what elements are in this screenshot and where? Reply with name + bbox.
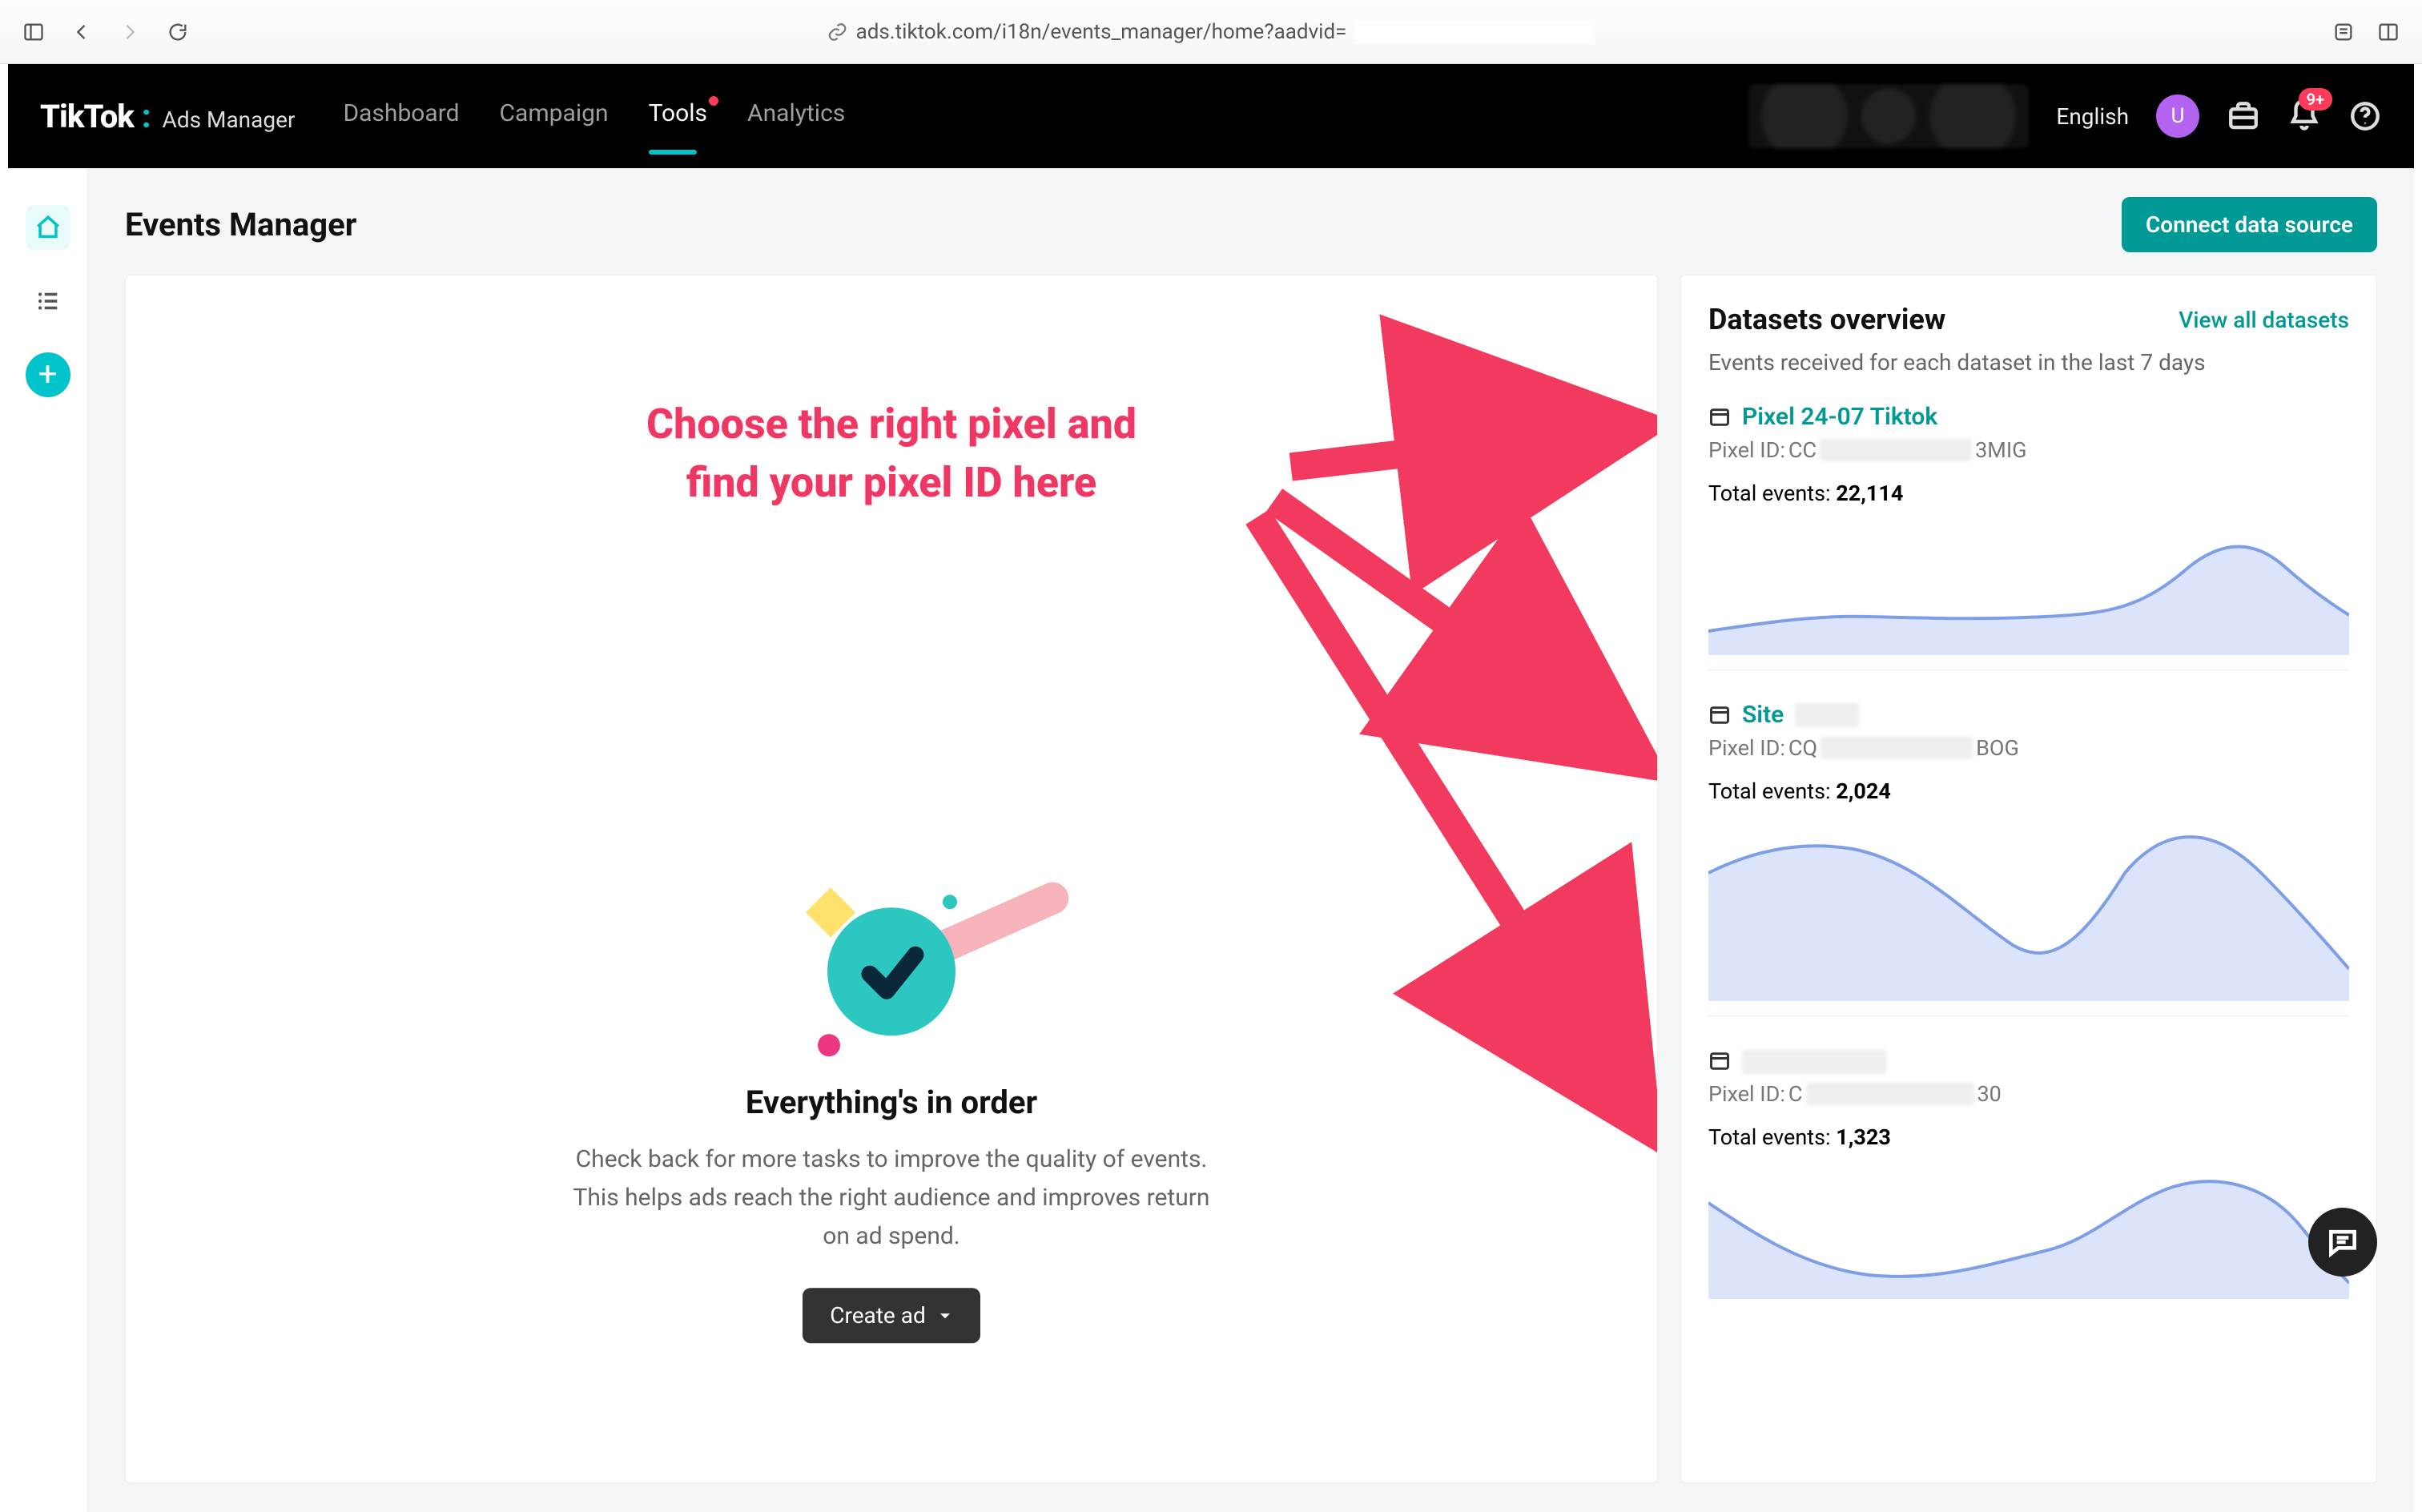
help-icon[interactable]: [2348, 99, 2382, 133]
annotation-line2: find your pixel ID here: [646, 454, 1137, 513]
empty-state: Everything's in order Check back for mor…: [563, 883, 1220, 1343]
briefcase-icon[interactable]: [2227, 99, 2260, 133]
main-panel: Choose the right pixel and find your pix…: [125, 275, 1658, 1483]
dataset-sparkline: [1708, 1163, 2349, 1299]
dataset-sparkline: [1708, 817, 2349, 1001]
app-top-nav: TikTok: Ads Manager Dashboard Campaign T…: [8, 64, 2414, 168]
redacted-text: [1742, 1050, 1886, 1074]
datasets-subtitle: Events received for each dataset in the …: [1708, 349, 2349, 376]
nav-campaign[interactable]: Campaign: [500, 99, 609, 134]
view-all-datasets-link[interactable]: View all datasets: [2179, 307, 2349, 333]
url-text: ads.tiktok.com/i18n/events_manager/home?…: [856, 20, 1347, 44]
web-icon: [1708, 406, 1731, 428]
language-selector[interactable]: English: [2056, 103, 2129, 130]
dataset-name-link[interactable]: Site: [1742, 701, 1784, 729]
url-bar[interactable]: ads.tiktok.com/i18n/events_manager/home?…: [827, 20, 1595, 44]
nav-tools-label: Tools: [649, 99, 707, 127]
left-rail: +: [8, 168, 88, 1512]
dataset-pixel-id: Pixel ID: CC3MIG: [1708, 437, 2349, 463]
dataset-name-link[interactable]: [1742, 1047, 1886, 1075]
list-icon: [34, 288, 62, 315]
chat-fab[interactable]: [2308, 1208, 2377, 1277]
back-icon[interactable]: [67, 18, 96, 46]
dataset-sparkline: [1708, 519, 2349, 655]
avatar[interactable]: U: [2156, 94, 2199, 138]
dataset-pixel-id: Pixel ID: C30: [1708, 1081, 2349, 1107]
notification-badge: 9+: [2299, 88, 2332, 111]
web-icon: [1708, 1050, 1731, 1072]
redacted-text: [1795, 703, 1859, 727]
checkmark-graphic: [803, 883, 980, 1060]
datasets-title: Datasets overview: [1708, 303, 1945, 336]
rail-add-button[interactable]: +: [26, 352, 70, 397]
notification-dot-icon: [709, 96, 718, 106]
annotation-callout: Choose the right pixel and find your pix…: [646, 396, 1137, 513]
browser-chrome: ads.tiktok.com/i18n/events_manager/home?…: [0, 0, 2422, 64]
brand-primary: TikTok: [40, 98, 134, 135]
dataset-name-link[interactable]: Pixel 24-07 Tiktok: [1742, 403, 1937, 431]
rail-home[interactable]: [26, 205, 70, 250]
reload-icon[interactable]: [163, 18, 192, 46]
nav-dashboard[interactable]: Dashboard: [343, 99, 459, 134]
account-switcher[interactable]: [1748, 84, 2029, 148]
web-icon: [1708, 704, 1731, 726]
create-ad-button[interactable]: Create ad: [803, 1288, 980, 1343]
dataset-total-events: Total events: 22,114: [1708, 481, 2349, 506]
page-title: Events Manager: [125, 206, 356, 243]
sidebar-toggle-icon[interactable]: [19, 18, 48, 46]
connect-data-source-button[interactable]: Connect data source: [2122, 197, 2377, 252]
dataset-total-events: Total events: 1,323: [1708, 1124, 2349, 1150]
chevron-down-icon: [937, 1308, 953, 1324]
dataset-item: Site Pixel ID: CQBOG Total events: 2,024: [1708, 701, 2349, 1016]
url-redacted: [1354, 20, 1595, 44]
brand-secondary: Ads Manager: [163, 107, 296, 133]
annotation-line1: Choose the right pixel and: [646, 396, 1137, 454]
create-ad-label: Create ad: [830, 1302, 926, 1329]
rail-list[interactable]: [26, 279, 70, 324]
tabs-icon[interactable]: [2374, 18, 2403, 46]
forward-icon: [115, 18, 144, 46]
dataset-pixel-id: Pixel ID: CQBOG: [1708, 735, 2349, 761]
dataset-item: Pixel ID: C30 Total events: 1,323: [1708, 1047, 2349, 1313]
nav-tools[interactable]: Tools: [649, 99, 707, 134]
plus-icon: +: [38, 358, 58, 392]
dataset-item: Pixel 24-07 Tiktok Pixel ID: CC3MIG Tota…: [1708, 403, 2349, 670]
chat-icon: [2325, 1224, 2360, 1260]
empty-state-title: Everything's in order: [563, 1084, 1220, 1121]
home-icon: [34, 214, 62, 241]
datasets-panel: Datasets overview View all datasets Even…: [1680, 275, 2377, 1483]
brand-colon: :: [142, 98, 151, 135]
empty-state-description: Check back for more tasks to improve the…: [563, 1140, 1220, 1256]
notifications-button[interactable]: 9+: [2287, 98, 2321, 135]
brand-logo[interactable]: TikTok: Ads Manager: [40, 98, 295, 135]
nav-analytics[interactable]: Analytics: [747, 99, 845, 134]
reader-icon[interactable]: [2329, 18, 2358, 46]
dataset-total-events: Total events: 2,024: [1708, 778, 2349, 804]
